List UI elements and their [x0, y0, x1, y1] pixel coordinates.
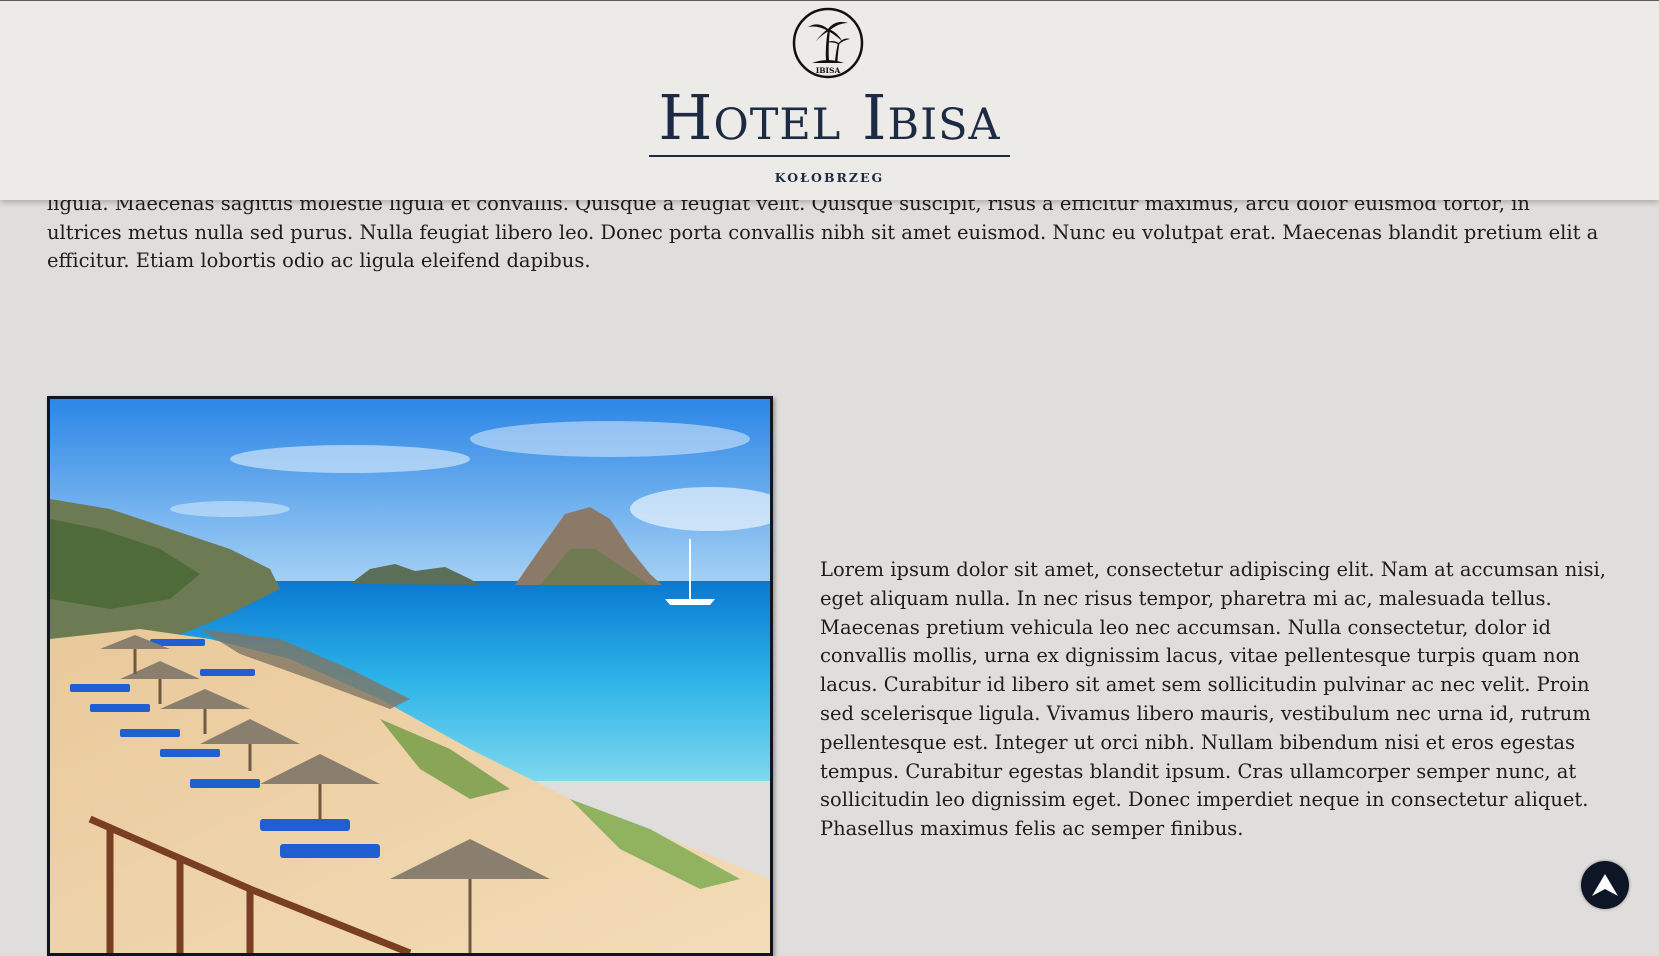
arrow-up-icon	[1592, 874, 1618, 896]
site-header: IBISA Hotel Ibisa KOŁOBRZEG	[0, 0, 1659, 200]
brand-city: KOŁOBRZEG	[774, 170, 885, 185]
brand-name[interactable]: Hotel Ibisa	[0, 85, 1659, 151]
brand-divider	[649, 155, 1010, 157]
scroll-to-top-button[interactable]	[1581, 861, 1629, 909]
description-paragraph: Lorem ipsum dolor sit amet, consectetur …	[820, 558, 1606, 841]
intro-paragraph: ligula. Maecenas sagittis molestie ligul…	[47, 192, 1599, 272]
beach-photo	[47, 396, 773, 956]
palm-tree-emblem-icon[interactable]: IBISA	[792, 7, 864, 79]
logo-text: IBISA	[816, 66, 841, 75]
